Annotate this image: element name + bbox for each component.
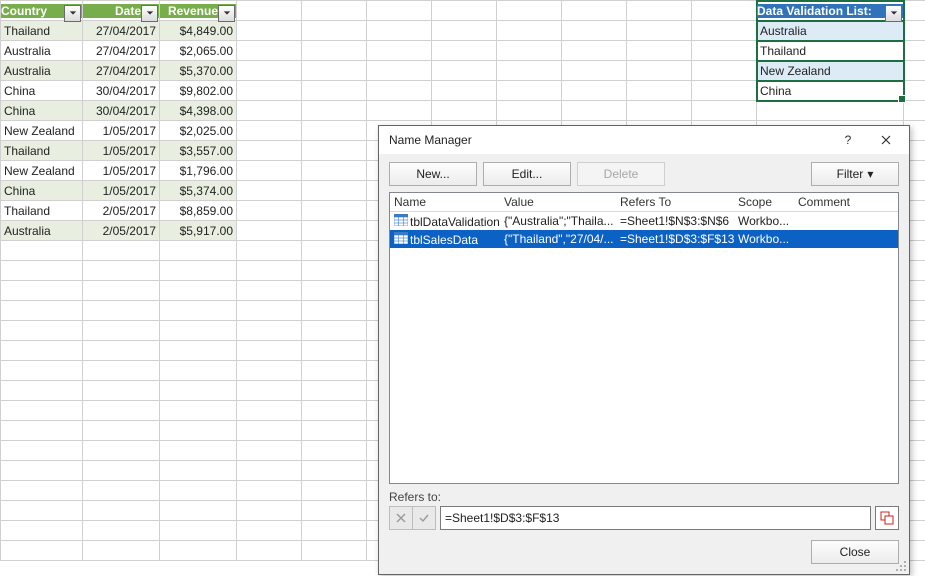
table-icon bbox=[394, 214, 408, 226]
table-header: Country bbox=[1, 4, 82, 18]
check-icon bbox=[419, 513, 429, 523]
validation-list-item[interactable]: Australia bbox=[757, 21, 904, 41]
value-cell: {"Australia";"Thaila... bbox=[504, 214, 620, 228]
new-button-label: New... bbox=[416, 167, 449, 181]
table-cell[interactable]: 30/04/2017 bbox=[83, 101, 160, 121]
table-cell[interactable]: 27/04/2017 bbox=[83, 21, 160, 41]
col-header-scope[interactable]: Scope bbox=[738, 195, 798, 209]
table-cell[interactable]: $1,796.00 bbox=[160, 161, 237, 181]
table-cell[interactable]: New Zealand bbox=[1, 121, 83, 141]
col-header-value[interactable]: Value bbox=[504, 195, 620, 209]
name-cell: tblDataValidation bbox=[410, 215, 500, 229]
refers-to-label: Refers to: bbox=[389, 490, 899, 504]
new-button[interactable]: New... bbox=[389, 162, 477, 186]
table-header: Data Validation List: bbox=[757, 4, 903, 18]
name-cell: tblSalesData bbox=[410, 233, 478, 247]
table-cell[interactable]: 30/04/2017 bbox=[83, 81, 160, 101]
table-cell[interactable]: China bbox=[1, 101, 83, 121]
validation-list-item[interactable]: New Zealand bbox=[757, 61, 904, 81]
table-cell[interactable]: Thailand bbox=[1, 201, 83, 221]
table-cell[interactable]: $9,802.00 bbox=[160, 81, 237, 101]
name-list-row[interactable]: tblDataValidation {"Australia";"Thaila...… bbox=[390, 212, 898, 230]
filter-dropdown-button[interactable] bbox=[218, 5, 235, 22]
x-icon bbox=[396, 513, 406, 523]
refers-to-section: Refers to: =Sheet1!$D$3:$F$13 bbox=[379, 484, 909, 532]
table-header: Date bbox=[83, 4, 159, 18]
table-cell[interactable]: Australia bbox=[1, 221, 83, 241]
collapse-dialog-button[interactable] bbox=[875, 506, 899, 530]
table-cell[interactable]: $8,859.00 bbox=[160, 201, 237, 221]
dialog-titlebar: Name Manager ? bbox=[379, 126, 909, 154]
table-cell[interactable]: 27/04/2017 bbox=[83, 41, 160, 61]
filter-button-label: Filter bbox=[837, 167, 864, 181]
name-list[interactable]: Name Value Refers To Scope Comment tblDa… bbox=[389, 192, 899, 484]
table-cell[interactable]: Thailand bbox=[1, 141, 83, 161]
col-header-comment[interactable]: Comment bbox=[798, 195, 898, 209]
table-cell[interactable]: 1/05/2017 bbox=[83, 181, 160, 201]
name-manager-dialog: Name Manager ? New... Edit... Delete Fil… bbox=[378, 125, 910, 575]
col-header-refers[interactable]: Refers To bbox=[620, 195, 738, 209]
table-cell[interactable]: 2/05/2017 bbox=[83, 201, 160, 221]
table-cell[interactable]: $2,025.00 bbox=[160, 121, 237, 141]
table-cell[interactable]: 1/05/2017 bbox=[83, 141, 160, 161]
dialog-title: Name Manager bbox=[389, 133, 829, 147]
table-cell[interactable]: New Zealand bbox=[1, 161, 83, 181]
refers-cell: =Sheet1!$D$3:$F$13 bbox=[620, 232, 738, 246]
window-close-button[interactable] bbox=[867, 129, 905, 151]
validation-list-item[interactable]: Thailand bbox=[757, 41, 904, 61]
table-cell[interactable]: $2,065.00 bbox=[160, 41, 237, 61]
edit-button[interactable]: Edit... bbox=[483, 162, 571, 186]
table-cell[interactable]: 1/05/2017 bbox=[83, 161, 160, 181]
table-cell[interactable]: Australia bbox=[1, 41, 83, 61]
dialog-toolbar: New... Edit... Delete Filter ▾ bbox=[379, 154, 909, 192]
help-button[interactable]: ? bbox=[829, 129, 867, 151]
close-button[interactable]: Close bbox=[811, 540, 899, 564]
value-cell: {"Thailand","27/04/... bbox=[504, 232, 620, 246]
scope-cell: Workbo... bbox=[738, 214, 798, 228]
table-cell[interactable]: $5,370.00 bbox=[160, 61, 237, 81]
name-list-header: Name Value Refers To Scope Comment bbox=[390, 193, 898, 212]
table-cell[interactable]: Thailand bbox=[1, 21, 83, 41]
edit-button-label: Edit... bbox=[512, 167, 543, 181]
refers-to-input[interactable]: =Sheet1!$D$3:$F$13 bbox=[440, 506, 871, 530]
table-cell[interactable]: Australia bbox=[1, 61, 83, 81]
delete-button-label: Delete bbox=[604, 167, 639, 181]
filter-dropdown-button[interactable] bbox=[885, 5, 902, 22]
filter-dropdown-button[interactable] bbox=[64, 5, 81, 22]
table-cell[interactable]: China bbox=[1, 181, 83, 201]
table-cell[interactable]: 27/04/2017 bbox=[83, 61, 160, 81]
table-cell[interactable]: $5,374.00 bbox=[160, 181, 237, 201]
table-icon bbox=[394, 232, 408, 244]
chevron-down-icon: ▾ bbox=[867, 167, 873, 181]
name-list-row[interactable]: tblSalesData {"Thailand","27/04/...=Sheet… bbox=[390, 230, 898, 248]
table-cell[interactable]: $3,557.00 bbox=[160, 141, 237, 161]
close-icon bbox=[881, 135, 891, 145]
cancel-edit-button[interactable] bbox=[389, 506, 413, 530]
table-cell[interactable]: 2/05/2017 bbox=[83, 221, 160, 241]
table-cell[interactable]: China bbox=[1, 81, 83, 101]
delete-button: Delete bbox=[577, 162, 665, 186]
close-button-label: Close bbox=[840, 545, 871, 559]
validation-list-item[interactable]: China bbox=[757, 81, 904, 101]
table-cell[interactable]: $4,849.00 bbox=[160, 21, 237, 41]
range-picker-icon bbox=[880, 511, 894, 525]
scope-cell: Workbo... bbox=[738, 232, 798, 246]
table-header: Revenue bbox=[160, 4, 236, 18]
table-cell[interactable]: $4,398.00 bbox=[160, 101, 237, 121]
refers-cell: =Sheet1!$N$3:$N$6 bbox=[620, 214, 738, 228]
table-cell[interactable]: $5,917.00 bbox=[160, 221, 237, 241]
table-cell[interactable]: 1/05/2017 bbox=[83, 121, 160, 141]
refers-to-value: =Sheet1!$D$3:$F$13 bbox=[445, 511, 559, 525]
resize-grip-icon[interactable] bbox=[895, 560, 907, 572]
filter-dropdown-button[interactable] bbox=[141, 5, 158, 22]
confirm-edit-button[interactable] bbox=[413, 506, 436, 530]
col-header-name[interactable]: Name bbox=[394, 195, 504, 209]
filter-button[interactable]: Filter ▾ bbox=[811, 162, 899, 186]
